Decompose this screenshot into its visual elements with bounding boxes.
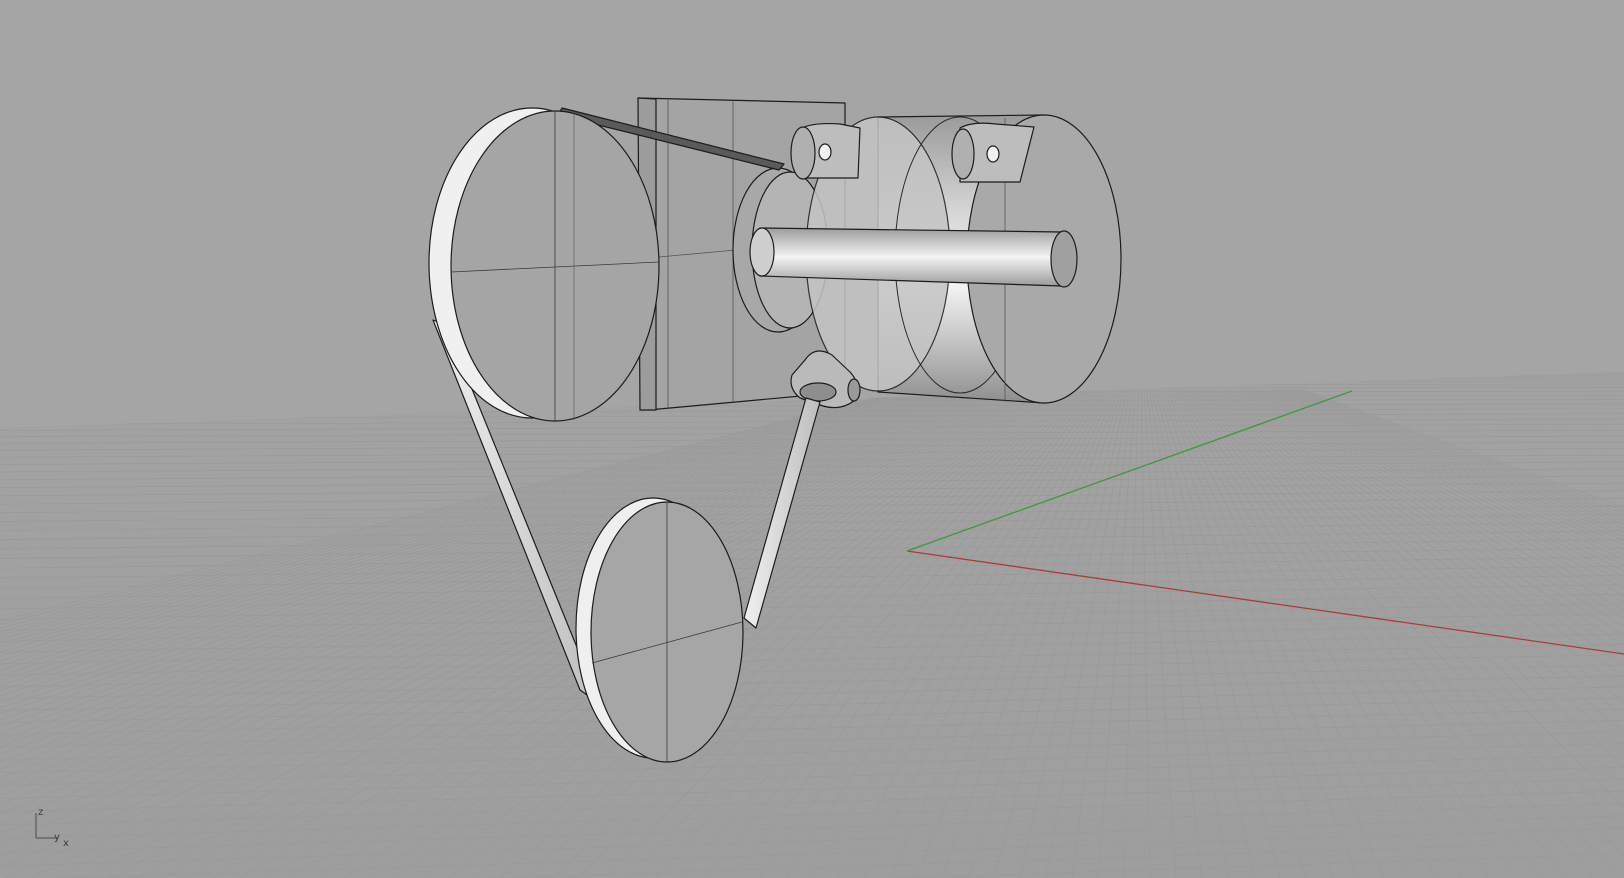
large-pulley[interactable] (428, 107, 660, 422)
perspective-viewport[interactable]: z y x (0, 0, 1624, 878)
mount-bracket-front[interactable] (790, 122, 861, 180)
axis-z-label: z (38, 807, 43, 818)
scene-canvas[interactable]: z y x (0, 0, 1624, 878)
axis-x-label: x (63, 838, 69, 849)
small-pulley[interactable] (575, 497, 744, 763)
mount-bracket-rear[interactable] (951, 122, 1035, 183)
axis-y-label: y (54, 832, 60, 843)
